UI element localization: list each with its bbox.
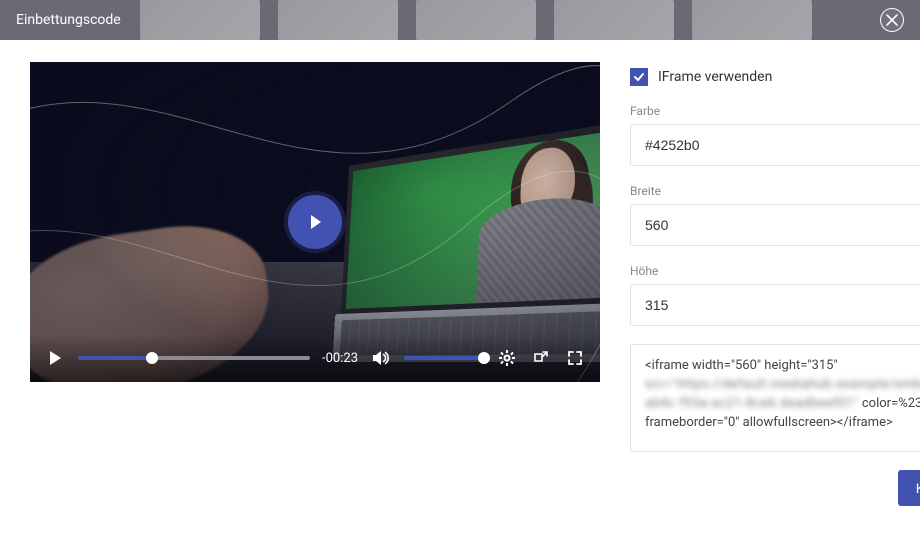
height-field-group: Höhe [630, 264, 920, 326]
background-thumbnails [140, 0, 860, 40]
time-remaining: -00:23 [322, 351, 358, 366]
popout-icon [533, 350, 549, 366]
width-field-group: Breite [630, 184, 920, 246]
width-label: Breite [630, 184, 920, 198]
color-label: Farbe [630, 104, 920, 118]
video-controls: -00:23 [30, 334, 600, 382]
dialog-header: Einbettungscode [0, 0, 920, 40]
play-button[interactable] [44, 347, 66, 369]
video-preview-column: -00:23 [30, 62, 600, 530]
volume-button[interactable] [370, 347, 392, 369]
color-field-group: Farbe [630, 104, 920, 166]
play-icon [305, 212, 325, 232]
iframe-checkbox-label: IFrame verwenden [658, 69, 772, 85]
iframe-checkbox[interactable] [630, 68, 648, 86]
volume-slider[interactable] [404, 356, 484, 360]
copy-button-row: Kopieren [630, 470, 920, 506]
color-input[interactable] [630, 124, 920, 166]
embed-code-url-blurred: src="https://default.mediahub.example/em… [645, 376, 920, 395]
gear-icon [498, 349, 516, 367]
height-label: Höhe [630, 264, 920, 278]
fullscreen-icon [567, 350, 583, 366]
video-player: -00:23 [30, 62, 600, 382]
check-icon [633, 71, 645, 83]
width-input[interactable] [630, 204, 920, 246]
embed-code-url-blurred: ab4c f93a-ac21-8ce6 deadbeef01" [645, 395, 859, 414]
progress-bar[interactable] [78, 356, 310, 360]
play-button-overlay[interactable] [288, 195, 342, 249]
embed-code-textarea[interactable]: <iframe width="560" height="315" src="ht… [630, 344, 920, 452]
play-icon [46, 349, 64, 367]
settings-button[interactable] [496, 347, 518, 369]
iframe-checkbox-row: IFrame verwenden [630, 68, 920, 86]
embed-settings-column: IFrame verwenden Farbe Breite Höhe <ifra… [630, 62, 920, 530]
embed-code-line: <iframe width="560" height="315" [645, 358, 838, 373]
volume-icon [371, 348, 391, 368]
height-input[interactable] [630, 284, 920, 326]
close-button[interactable] [880, 8, 904, 32]
close-icon [886, 14, 898, 26]
copy-button[interactable]: Kopieren [898, 470, 920, 506]
dialog-body: -00:23 [0, 40, 920, 550]
popout-button[interactable] [530, 347, 552, 369]
dialog-title: Einbettungscode [16, 12, 121, 28]
fullscreen-button[interactable] [564, 347, 586, 369]
